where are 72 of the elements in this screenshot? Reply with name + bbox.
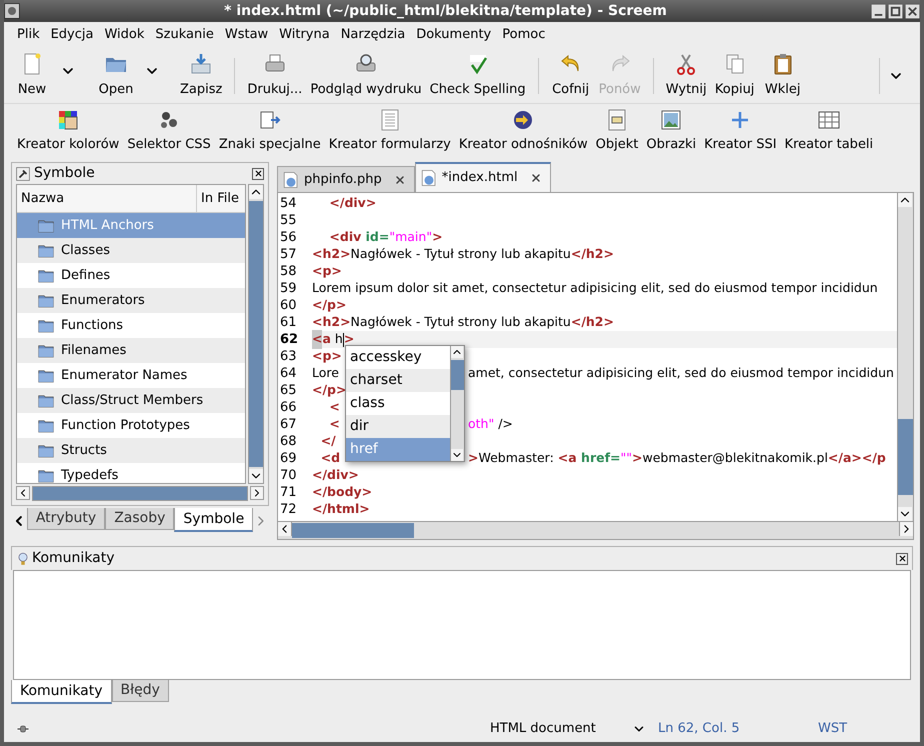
code-line: </ (320, 432, 336, 450)
completion-item[interactable]: charset (346, 369, 450, 392)
toolbar-button[interactable]: Znaki specjalne (216, 108, 324, 154)
menu-item[interactable]: Wstaw (220, 25, 274, 45)
code-line: amet, consectetur adipisicing elit, sed do eiusmod tempor incididun (468, 364, 894, 382)
document-type-dropdown[interactable]: HTML document (486, 719, 650, 739)
tab[interactable]: Atrybuty (26, 508, 106, 530)
code-line: </p> (312, 296, 346, 314)
menu-item[interactable]: Dokumenty (411, 25, 496, 45)
code-line: oth" /> (468, 415, 513, 434)
menu-item[interactable]: Szukanie (150, 25, 219, 45)
toolbar-button[interactable]: Wklej (758, 52, 807, 100)
toolbar-button[interactable]: Kopiuj (710, 52, 759, 100)
tree-row[interactable]: Classes (17, 238, 245, 263)
code-line: </p> (312, 381, 346, 400)
code-line: <a h> (312, 330, 354, 349)
toolbar-button[interactable]: Open (92, 52, 140, 100)
toolbar-button[interactable]: Kreator formularzy (326, 108, 454, 154)
code-line: <h2>Nagłówek - Tytuł strony lub akapitu</h2> (312, 313, 614, 332)
code-line: </div> (312, 466, 359, 484)
completion-item[interactable]: accesskey (346, 346, 450, 369)
tree-row[interactable]: Structs (17, 438, 245, 463)
tab[interactable]: Komunikaty (11, 680, 112, 704)
code-line: </html> (312, 500, 370, 518)
code-line: </div> (328, 194, 376, 212)
menu-item[interactable]: Widok (99, 25, 150, 45)
toolbar-button[interactable]: Drukuj... (243, 52, 306, 100)
code-line: Lore (312, 364, 339, 382)
column-header[interactable]: In File (197, 185, 245, 212)
menu-item[interactable]: Pomoc (497, 25, 550, 45)
code-line: <p> (312, 262, 342, 280)
toolbar-button[interactable]: Obrazki (643, 108, 700, 154)
tab[interactable]: Symbole (174, 508, 254, 532)
code-line: < (328, 398, 340, 416)
cursor-position: Ln 62, Col. 5 (658, 720, 741, 738)
menu-item[interactable]: Witryna (274, 25, 335, 45)
tree-row[interactable]: Class/Struct Members (17, 388, 245, 413)
toolbar-button[interactable]: Kreator SSI (701, 108, 780, 154)
code-line: <div id="main"> (328, 228, 443, 246)
toolbar-button[interactable]: Wytnij (662, 52, 711, 100)
code-line: <p> (312, 347, 342, 366)
toolbar-button[interactable]: Zapisz (176, 52, 226, 100)
code-line: < (328, 415, 340, 434)
tab[interactable]: phpinfo.php (277, 166, 415, 192)
toolbar-button[interactable]: Check Spelling (426, 52, 530, 100)
menu-item[interactable]: Edycja (46, 25, 98, 45)
menu-item[interactable]: Plik (12, 25, 45, 45)
toolbar-button[interactable]: Cofnij (546, 52, 595, 100)
tab[interactable]: *index.html (414, 162, 551, 192)
panel-title: Komunikaty (32, 549, 115, 568)
completion-item[interactable]: dir (346, 415, 450, 438)
insert-mode: WST (818, 720, 848, 738)
window-title: * index.html (~/public_html/blekitna/template) - Screem (223, 2, 668, 20)
tree-row[interactable]: Filenames (17, 338, 245, 363)
tab[interactable]: Zasoby (105, 508, 174, 530)
toolbar-button[interactable]: New (8, 52, 56, 100)
tab[interactable]: Błędy (112, 680, 169, 702)
code-line: <d (320, 449, 340, 468)
toolbar-button[interactable]: Podgląd wydruku (306, 52, 426, 100)
tree-row[interactable]: Enumerators (17, 288, 245, 313)
toolbar-button[interactable]: Objekt (592, 108, 642, 154)
code-line: Lorem ipsum dolor sit amet, consectetur adipisicing elit, sed do eiusmod tempor incididun (312, 279, 878, 298)
menu-item[interactable]: Narzędzia (336, 25, 410, 45)
code-line: </body> (312, 483, 372, 502)
code-line: >Webmaster: <a href="">webmaster@blekitnakomik.pl</a></p (468, 449, 886, 468)
toolbar-button[interactable]: Selektor CSS (124, 108, 214, 154)
toolbar-button[interactable]: Kreator odnośników (456, 108, 591, 154)
toolbar-button[interactable]: Kreator kolorów (14, 108, 122, 154)
column-header[interactable]: Nazwa (17, 185, 197, 212)
code-line: <h2>Nagłówek - Tytuł strony lub akapitu</h2> (312, 245, 614, 264)
panel-title: Symbole (34, 164, 95, 183)
toolbar-button[interactable]: Kreator tabeli (782, 108, 876, 154)
